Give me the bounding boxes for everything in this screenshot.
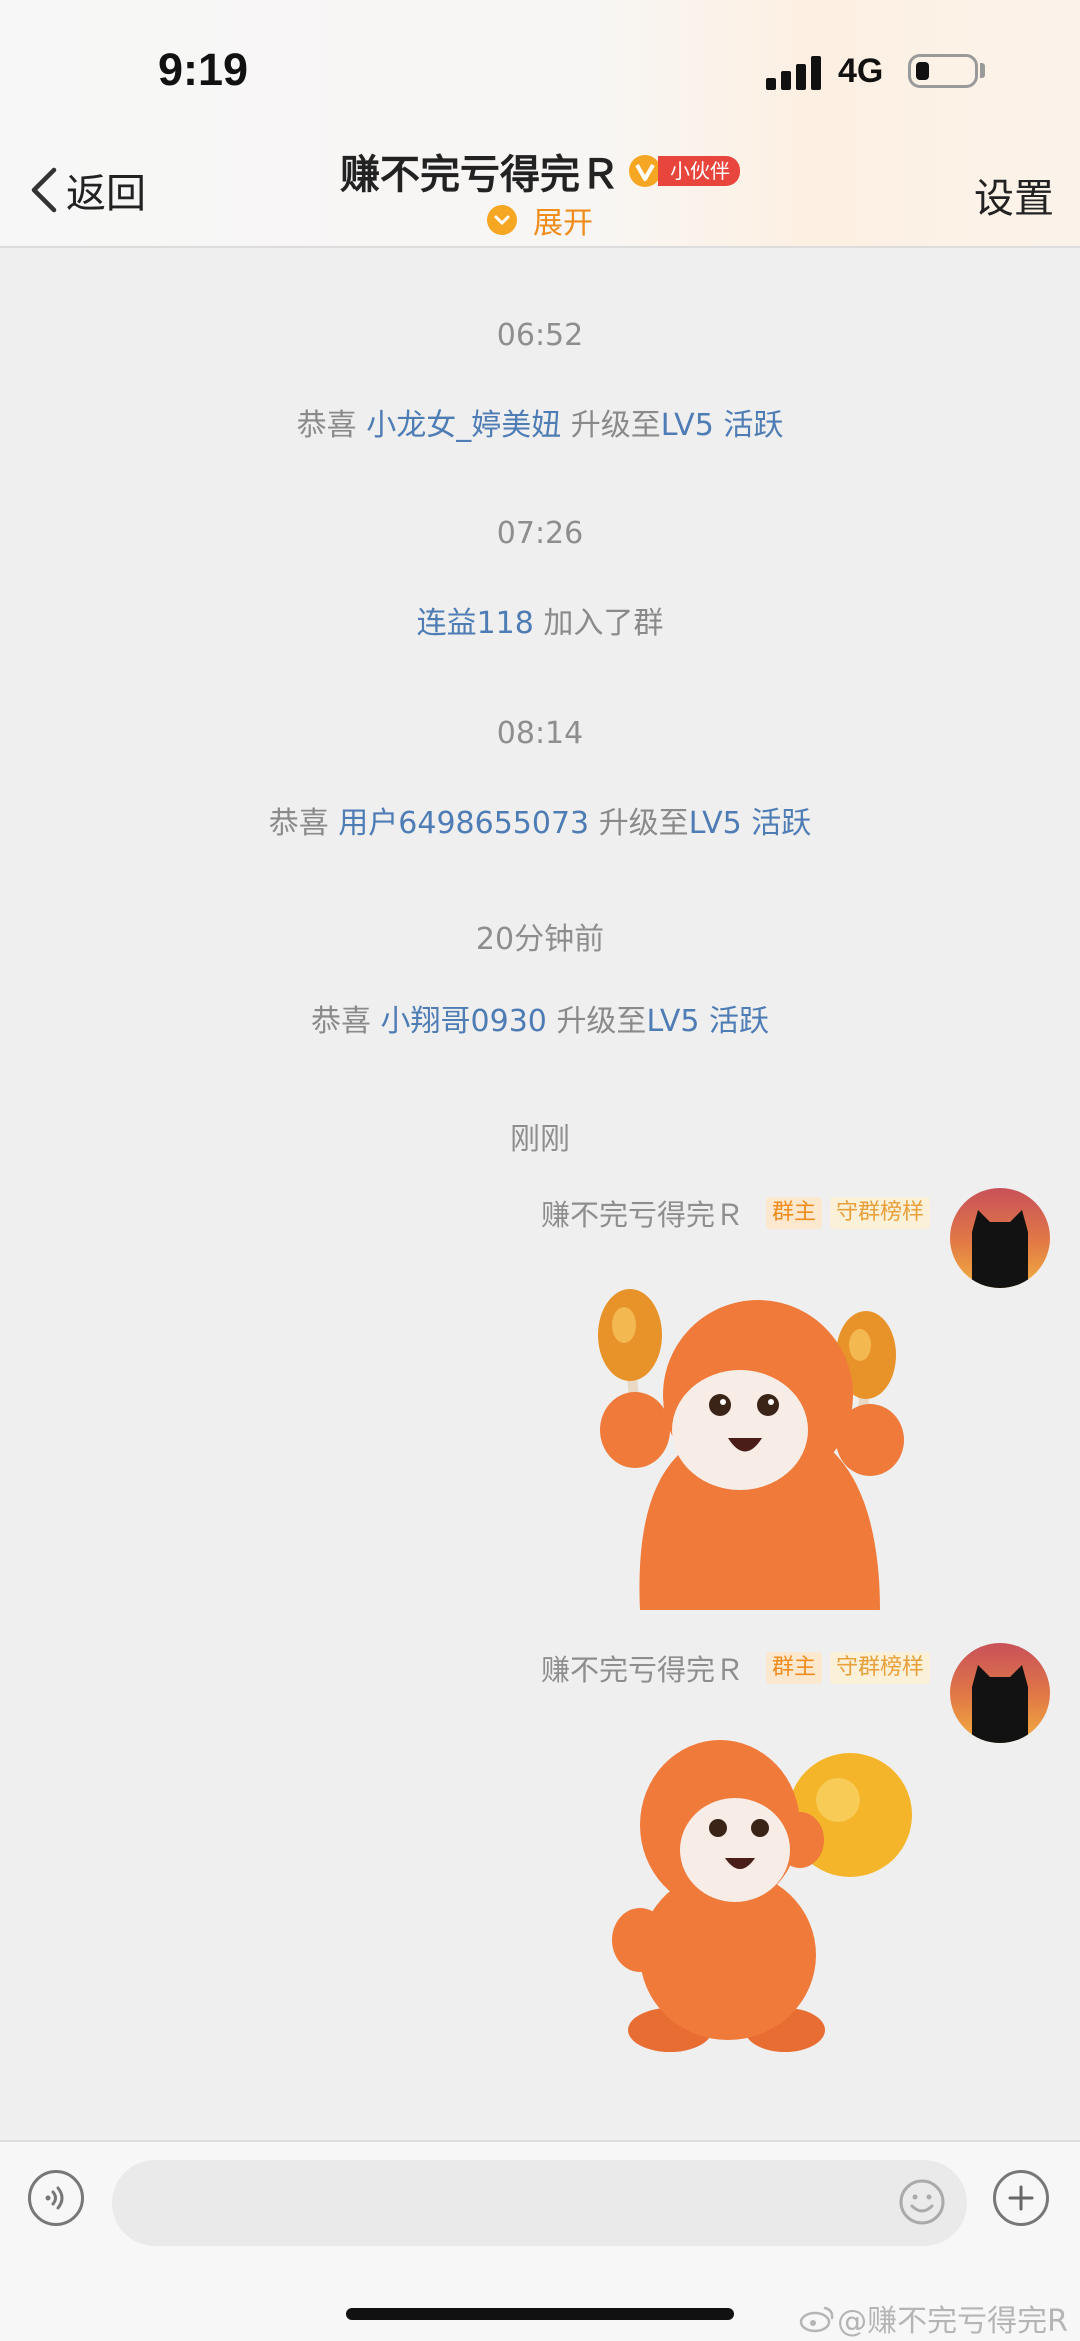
sender-name[interactable]: 赚不完亏得完Ｒ [541,1192,744,1234]
sender-info: 赚不完亏得完Ｒ 群主 守群榜样 [541,1192,930,1234]
system-message: 恭喜 小翔哥0930 升级至LV5 活跃 [0,996,1080,1040]
chat-screen: 9:19 4G 返回 赚不完亏得完Ｒ 小伙伴 展开 设置 06:52 恭喜 小龙… [0,0,1080,2341]
voice-input-button[interactable] [28,2170,84,2226]
title-area: 赚不完亏得完Ｒ 小伙伴 [0,142,1080,200]
message-time: 07:26 [496,516,584,551]
rank-tag: 守群榜样 [829,1197,930,1229]
message-prefix: 恭喜 [268,806,329,841]
rank-tag: 守群榜样 [829,1652,930,1684]
chevron-down-icon [487,205,517,235]
system-message: 恭喜 小龙女_婷美妞 升级至LV5 活跃 [0,400,1080,444]
weibo-logo-icon [799,2306,834,2333]
level-link[interactable]: LV5 活跃 [689,806,812,841]
watermark-text: @赚不完亏得完R [837,2304,1068,2339]
expand-label: 展开 [533,206,593,241]
settings-button[interactable]: 设置 [974,166,1054,224]
user-link[interactable]: 连益118 [417,606,534,641]
sticker-image[interactable] [600,1730,930,2060]
message-action: 升级至 [598,806,689,841]
watermark: @赚不完亏得完R [799,2296,1068,2340]
owner-tag: 群主 [765,1197,822,1229]
owner-tag: 群主 [765,1652,822,1684]
message-action: 加入了群 [543,606,664,641]
sticker-image[interactable] [580,1280,930,1610]
message-input[interactable] [112,2160,967,2246]
network-type: 4G [838,52,884,90]
message-time: 刚刚 [510,1122,570,1157]
emoji-icon[interactable] [898,2178,946,2226]
status-time: 9:19 [158,44,249,95]
expand-toggle[interactable]: 展开 [0,198,1080,242]
voice-icon [45,2186,64,2210]
user-link[interactable]: 用户6498655073 [338,806,589,841]
avatar[interactable] [950,1188,1050,1288]
home-indicator [346,2308,734,2320]
message-time: 08:14 [496,716,584,751]
group-title[interactable]: 赚不完亏得完Ｒ [340,142,620,200]
user-link[interactable]: 小翔哥0930 [381,1004,547,1039]
battery-tip [980,63,985,78]
header-bar: 9:19 4G 返回 赚不完亏得完Ｒ 小伙伴 展开 设置 [0,0,1080,248]
plus-icon [1008,2185,1034,2211]
message-action: 升级至 [556,1004,647,1039]
message-prefix: 恭喜 [296,408,357,443]
message-time: 06:52 [496,318,584,353]
sender-info: 赚不完亏得完Ｒ 群主 守群榜样 [541,1647,930,1689]
level-link[interactable]: LV5 活跃 [661,408,784,443]
message-action: 升级至 [570,408,661,443]
system-message: 连益118 加入了群 [0,598,1080,642]
cellular-signal-icon [766,56,824,90]
system-message: 恭喜 用户6498655073 升级至LV5 活跃 [0,798,1080,842]
verified-v-icon [629,155,661,187]
avatar[interactable] [950,1643,1050,1743]
add-attachment-button[interactable] [993,2170,1049,2226]
partner-badge: 小伙伴 [658,156,740,186]
battery-icon [908,54,978,88]
message-time: 20分钟前 [475,922,605,957]
user-link[interactable]: 小龙女_婷美妞 [366,408,561,443]
message-prefix: 恭喜 [310,1004,371,1039]
level-link[interactable]: LV5 活跃 [646,1004,769,1039]
sender-name[interactable]: 赚不完亏得完Ｒ [541,1647,744,1689]
